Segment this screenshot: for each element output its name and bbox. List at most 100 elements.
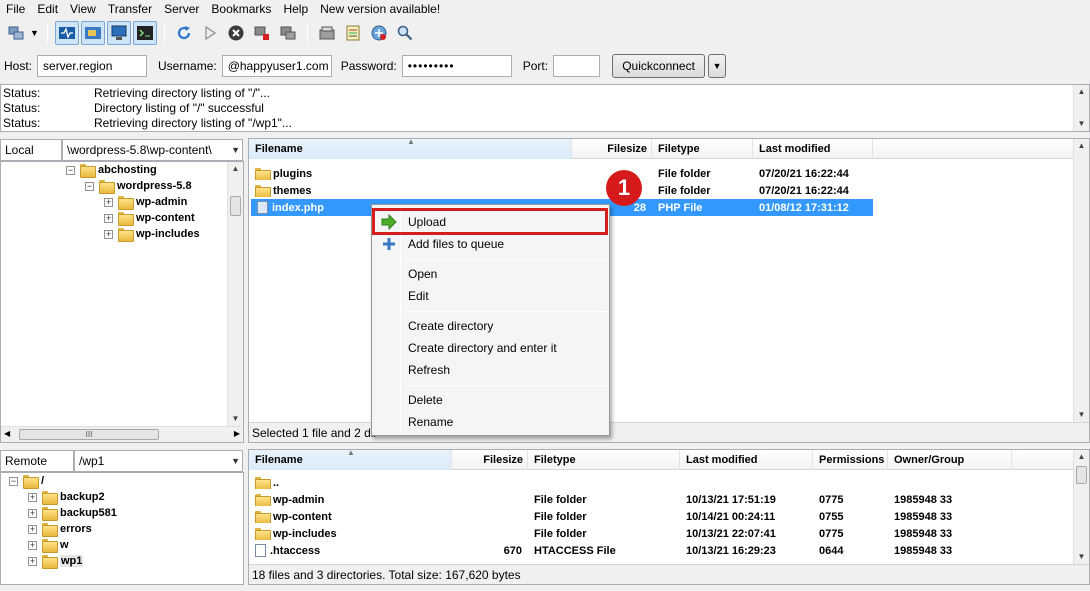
column-last-modified[interactable]: Last modified [753, 139, 873, 159]
collapse-icon[interactable]: − [66, 165, 75, 175]
quickconnect-button[interactable]: Quickconnect [612, 54, 706, 78]
scroll-left-icon[interactable]: ◀ [4, 429, 10, 438]
tree-item-wordpress[interactable]: − wordpress-5.8 [85, 178, 192, 194]
menu-edit[interactable]: Edit [31, 0, 64, 19]
tree-item-abchosting[interactable]: − abchosting [66, 162, 157, 178]
chevron-down-icon[interactable]: ▼ [231, 140, 240, 160]
menu-item-refresh[interactable]: Refresh [374, 359, 607, 381]
reconnect-icon[interactable] [276, 21, 300, 45]
tree-item-wp-content[interactable]: + wp-content [104, 210, 195, 226]
menu-item-edit[interactable]: Edit [374, 285, 607, 307]
menu-item-add-to-queue[interactable]: Add files to queue [374, 233, 607, 255]
username-input[interactable]: @happyuser1.com [221, 55, 332, 77]
collapse-icon[interactable]: − [9, 476, 18, 486]
local-site-path[interactable]: \wordpress-5.8\wp-content\ ▼ [62, 139, 243, 161]
column-filetype[interactable]: Filetype [528, 450, 680, 470]
scroll-down-icon[interactable]: ▼ [1074, 550, 1089, 564]
scroll-up-icon[interactable]: ▲ [1074, 450, 1089, 464]
scroll-down-icon[interactable]: ▼ [228, 412, 243, 426]
remote-list-scrollbar[interactable]: ▲ ▼ [1073, 450, 1089, 564]
remote-tree-icon[interactable] [107, 21, 131, 45]
refresh-icon[interactable] [172, 21, 196, 45]
tree-item-errors[interactable]: + errors [28, 521, 92, 537]
tree-item-wp-admin[interactable]: + wp-admin [104, 194, 187, 210]
disconnect-icon[interactable] [250, 21, 274, 45]
expand-icon[interactable]: + [28, 524, 37, 534]
file-row[interactable]: wp-admin File folder 10/13/21 17:51:19 0… [249, 491, 1012, 508]
scroll-thumb[interactable]: III [19, 429, 159, 440]
sync-browse-icon[interactable] [367, 21, 391, 45]
menu-item-delete[interactable]: Delete [374, 389, 607, 411]
expand-icon[interactable]: + [28, 556, 37, 566]
expand-icon[interactable]: + [104, 197, 113, 207]
column-filesize[interactable]: Filesize [452, 450, 528, 470]
scroll-thumb[interactable] [230, 196, 241, 216]
column-permissions[interactable]: Permissions [813, 450, 888, 470]
menu-bookmarks[interactable]: Bookmarks [205, 0, 277, 19]
transfer-queue-icon[interactable] [133, 21, 157, 45]
tree-item-wp-includes[interactable]: + wp-includes [104, 226, 200, 242]
file-type: File folder [658, 184, 711, 197]
tree-item-backup2[interactable]: + backup2 [28, 489, 105, 505]
log-scrollbar[interactable]: ▲ ▼ [1073, 85, 1089, 131]
menu-help[interactable]: Help [277, 0, 314, 19]
scroll-thumb[interactable] [1076, 466, 1087, 484]
expand-icon[interactable]: + [28, 540, 37, 550]
chevron-down-icon[interactable]: ▼ [231, 451, 240, 471]
column-filename[interactable]: Filename ▲ [249, 450, 452, 470]
menu-item-create-directory-enter[interactable]: Create directory and enter it [374, 337, 607, 359]
site-manager-icon[interactable] [4, 21, 28, 45]
local-tree-hscrollbar[interactable]: ◀ III ▶ [1, 426, 243, 442]
column-filename[interactable]: Filename ▲ [249, 139, 572, 159]
message-log-icon[interactable] [55, 21, 79, 45]
dropdown-arrow-icon[interactable]: ▼ [30, 28, 40, 38]
expand-icon[interactable]: + [104, 213, 113, 223]
expand-icon[interactable]: + [104, 229, 113, 239]
menu-server[interactable]: Server [158, 0, 205, 19]
file-row[interactable]: wp-content File folder 10/14/21 00:24:11… [249, 508, 1012, 525]
remote-site-path[interactable]: /wp1 ▼ [74, 450, 243, 472]
file-row[interactable]: wp-includes File folder 10/13/21 22:07:4… [249, 525, 1012, 542]
local-tree-scrollbar[interactable]: ▲ ▼ [227, 162, 243, 426]
scroll-up-icon[interactable]: ▲ [1074, 85, 1089, 99]
tree-item-w[interactable]: + w [28, 537, 69, 553]
scroll-down-icon[interactable]: ▼ [1074, 117, 1089, 131]
expand-icon[interactable]: + [28, 508, 37, 518]
host-input[interactable]: server.region [37, 55, 148, 77]
column-owner-group[interactable]: Owner/Group [888, 450, 1012, 470]
column-filesize[interactable]: Filesize [572, 139, 652, 159]
directory-filter-icon[interactable] [315, 21, 339, 45]
compare-icon[interactable] [341, 21, 365, 45]
quickconnect-dropdown-icon[interactable]: ▼ [708, 54, 727, 78]
menu-item-create-directory[interactable]: Create directory [374, 315, 607, 337]
file-row[interactable]: themes File folder 07/20/21 16:22:44 [249, 182, 873, 199]
menu-item-rename[interactable]: Rename [374, 411, 607, 433]
port-input[interactable] [553, 55, 601, 77]
file-row[interactable]: .htaccess 670 HTACCESS File 10/13/21 16:… [249, 542, 1012, 559]
cancel-icon[interactable] [224, 21, 248, 45]
expand-icon[interactable]: + [28, 492, 37, 502]
menu-new-version[interactable]: New version available! [314, 0, 446, 19]
scroll-up-icon[interactable]: ▲ [228, 162, 243, 176]
menu-view[interactable]: View [64, 0, 102, 19]
file-row[interactable]: plugins File folder 07/20/21 16:22:44 [249, 165, 873, 182]
collapse-icon[interactable]: − [85, 181, 94, 191]
scroll-right-icon[interactable]: ▶ [234, 429, 240, 438]
scroll-up-icon[interactable]: ▲ [1074, 139, 1089, 153]
menu-item-open[interactable]: Open [374, 263, 607, 285]
search-icon[interactable] [393, 21, 417, 45]
menu-file[interactable]: File [0, 0, 31, 19]
local-list-scrollbar[interactable]: ▲ ▼ [1073, 139, 1089, 422]
local-tree-icon[interactable] [81, 21, 105, 45]
tree-item-root[interactable]: − / [9, 473, 44, 489]
file-row[interactable]: .. [249, 474, 1012, 491]
tree-item-backup581[interactable]: + backup581 [28, 505, 117, 521]
scroll-down-icon[interactable]: ▼ [1074, 408, 1089, 422]
menu-transfer[interactable]: Transfer [102, 0, 158, 19]
password-input[interactable]: ••••••••• [401, 55, 512, 77]
tree-item-wp1[interactable]: + wp1 [28, 553, 84, 569]
process-queue-icon[interactable] [198, 21, 222, 45]
column-last-modified[interactable]: Last modified [680, 450, 813, 470]
column-filetype[interactable]: Filetype [652, 139, 753, 159]
port-label: Port: [522, 59, 549, 73]
